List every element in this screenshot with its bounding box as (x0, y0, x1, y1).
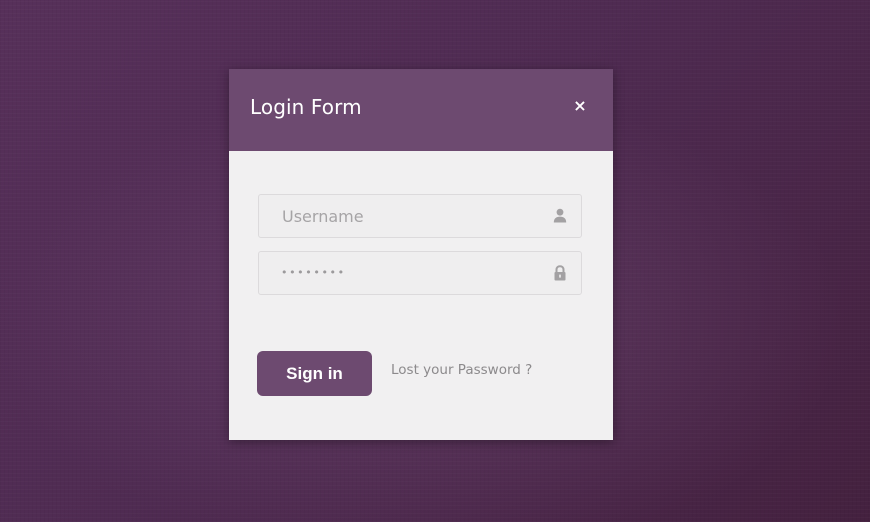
close-button[interactable]: × (571, 97, 589, 115)
modal-header: Login Form × (229, 69, 613, 151)
password-input[interactable]: •••••••• (281, 252, 346, 294)
password-field[interactable]: •••••••• (258, 251, 582, 295)
lock-icon (553, 265, 567, 281)
username-input[interactable] (259, 195, 539, 237)
sign-in-button[interactable]: Sign in (257, 351, 372, 396)
modal-title: Login Form (250, 95, 362, 119)
page-background: { "modal": { "title": "Login Form", "clo… (0, 0, 870, 522)
login-modal: Login Form × •••••••• Sign in Lost your … (229, 69, 613, 440)
user-icon (553, 208, 567, 224)
lost-password-link[interactable]: Lost your Password ? (391, 362, 532, 378)
username-field[interactable] (258, 194, 582, 238)
